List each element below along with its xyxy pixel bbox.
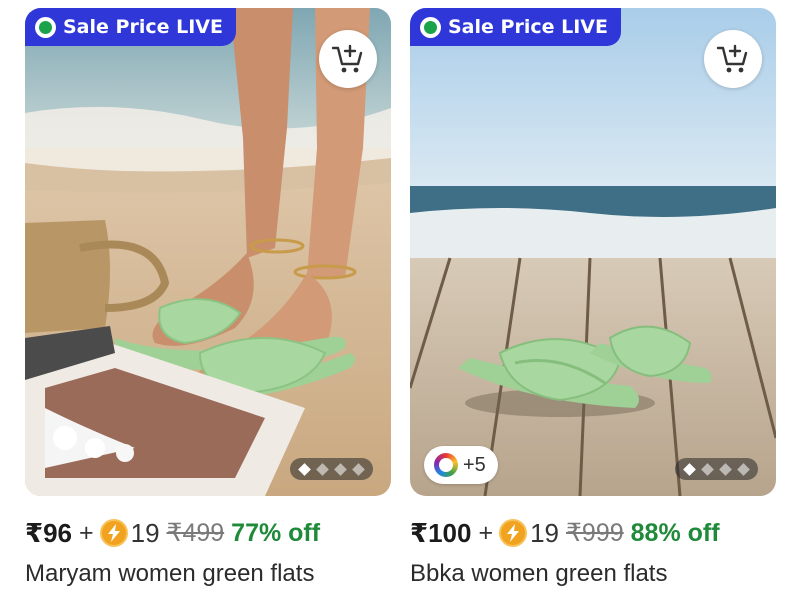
sale-price: ₹100 [410, 517, 472, 548]
carousel-dot[interactable] [316, 462, 329, 476]
coin-count: 19 [130, 517, 160, 548]
coin-bolt-icon [499, 519, 528, 547]
product-card[interactable]: Sale Price LIVE +5 ₹100 + 19 ₹999 88% of… [410, 8, 776, 596]
plus-sign: + [478, 518, 494, 547]
add-to-cart-icon [331, 44, 363, 73]
color-variants-pill[interactable]: +5 [424, 446, 498, 484]
image-carousel-indicator[interactable] [675, 458, 758, 480]
original-price: ₹499 [166, 519, 225, 547]
live-dot-icon [420, 16, 441, 38]
sale-price-live-badge: Sale Price LIVE [410, 8, 621, 46]
coin-bolt-icon [99, 519, 128, 547]
image-carousel-indicator[interactable] [290, 458, 373, 480]
add-to-cart-button[interactable] [704, 30, 762, 88]
product-card[interactable]: Sale Price LIVE ₹96 + 19 ₹499 77% off Ma… [25, 8, 391, 596]
price-row: ₹96 + 19 ₹499 77% off [25, 516, 405, 550]
add-to-cart-button[interactable] [319, 30, 377, 88]
carousel-dot[interactable] [701, 462, 714, 476]
product-title[interactable]: Maryam women green flats [25, 560, 314, 588]
carousel-dot[interactable] [737, 462, 750, 476]
live-dot-icon [35, 16, 56, 38]
carousel-dot[interactable] [352, 462, 365, 476]
carousel-dot[interactable] [334, 462, 347, 476]
carousel-dot[interactable] [298, 462, 311, 476]
sale-price: ₹96 [25, 517, 73, 548]
coin-count: 19 [530, 517, 560, 548]
plus-sign: + [79, 518, 94, 547]
discount-percent: 77% off [231, 518, 321, 547]
price-row: ₹100 + 19 ₹999 88% off [410, 516, 790, 550]
add-to-cart-icon [716, 44, 748, 73]
carousel-dot[interactable] [719, 462, 732, 476]
sale-badge-label: Sale Price LIVE [448, 16, 608, 38]
sale-badge-label: Sale Price LIVE [63, 16, 223, 38]
original-price: ₹999 [566, 519, 624, 547]
color-ring-icon [434, 453, 458, 477]
carousel-dot[interactable] [683, 462, 696, 476]
variant-count: +5 [463, 453, 486, 476]
product-title[interactable]: Bbka women green flats [410, 560, 667, 588]
discount-percent: 88% off [630, 518, 720, 547]
sale-price-live-badge: Sale Price LIVE [25, 8, 236, 46]
